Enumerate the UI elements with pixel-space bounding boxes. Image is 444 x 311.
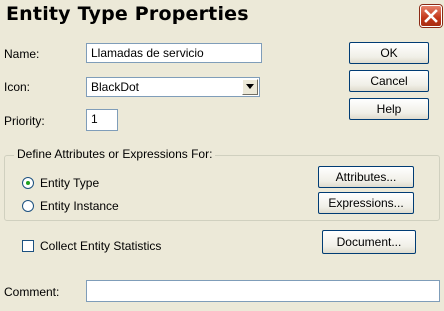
dialog-title: Entity Type Properties xyxy=(6,3,249,25)
icon-label: Icon: xyxy=(4,80,31,94)
document-button[interactable]: Document... xyxy=(322,230,416,254)
close-button[interactable] xyxy=(420,5,442,27)
expressions-button[interactable]: Expressions... xyxy=(318,192,414,214)
radio-button[interactable] xyxy=(22,200,34,212)
radio-label: Entity Instance xyxy=(40,199,119,213)
ok-button[interactable]: OK xyxy=(349,42,429,64)
group-label: Define Attributes or Expressions For: xyxy=(14,147,216,161)
attributes-button[interactable]: Attributes... xyxy=(318,166,414,188)
name-field[interactable]: Llamadas de servicio xyxy=(86,43,262,63)
radio-selected-dot xyxy=(26,181,30,185)
checkbox[interactable] xyxy=(22,240,34,252)
priority-label: Priority: xyxy=(4,114,45,128)
priority-field[interactable]: 1 xyxy=(86,109,118,131)
icon-select[interactable]: BlackDot xyxy=(86,77,260,97)
name-label: Name: xyxy=(4,47,40,61)
radio-button[interactable] xyxy=(22,177,34,189)
help-button[interactable]: Help xyxy=(349,98,429,120)
cancel-button[interactable]: Cancel xyxy=(349,70,429,92)
dropdown-button[interactable] xyxy=(242,79,258,95)
checkbox-label: Collect Entity Statistics xyxy=(40,239,162,253)
comment-field[interactable] xyxy=(86,280,440,302)
comment-label: Comment: xyxy=(4,285,60,299)
chevron-down-icon xyxy=(246,84,254,89)
title-bar: Entity Type Properties xyxy=(0,0,444,34)
radio-label: Entity Type xyxy=(40,176,100,190)
icon-select-value: BlackDot xyxy=(91,80,140,94)
close-icon xyxy=(424,9,438,23)
